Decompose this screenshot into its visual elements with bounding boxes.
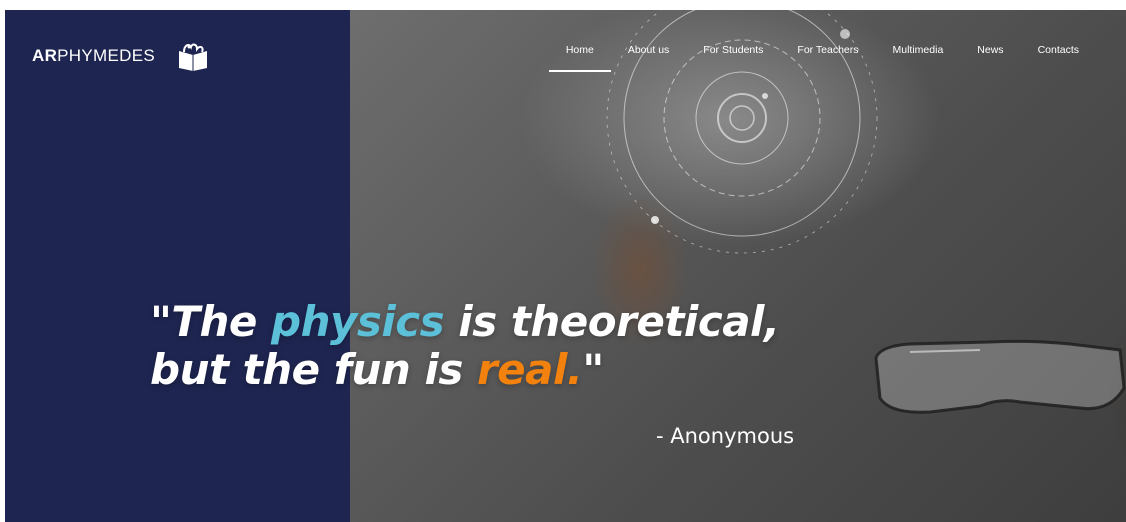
nav-for-teachers[interactable]: For Teachers bbox=[780, 40, 875, 72]
safety-glasses-graphic bbox=[874, 339, 1126, 414]
nav-news[interactable]: News bbox=[960, 40, 1020, 72]
brand-name-rest: PHYMEDES bbox=[57, 46, 155, 65]
nav-multimedia[interactable]: Multimedia bbox=[876, 40, 961, 72]
quote-attribution: - Anonymous bbox=[656, 424, 795, 448]
quote-open: "The bbox=[150, 297, 272, 346]
open-book-icon bbox=[178, 43, 207, 71]
quote-middle: is theoretical, bbox=[444, 297, 780, 346]
quote-highlight-real: real. bbox=[476, 345, 583, 394]
left-color-panel bbox=[5, 10, 350, 522]
main-navigation: Home About us For Students For Teachers … bbox=[548, 40, 1096, 72]
nav-contacts[interactable]: Contacts bbox=[1021, 40, 1096, 72]
brand-logo[interactable]: ARPHYMEDES bbox=[32, 41, 209, 71]
nav-for-students[interactable]: For Students bbox=[686, 40, 780, 72]
nav-home[interactable]: Home bbox=[548, 40, 611, 72]
hero-section: ARPHYMEDES Home About us For Students Fo… bbox=[5, 10, 1126, 522]
hero-quote: "The physics is theoretical, but the fun… bbox=[150, 298, 870, 394]
nav-about-us[interactable]: About us bbox=[611, 40, 686, 72]
quote-highlight-physics: physics bbox=[271, 297, 445, 346]
quote-close: " bbox=[582, 345, 604, 394]
brand-name-strong: AR bbox=[32, 46, 58, 65]
brand-name: ARPHYMEDES bbox=[32, 46, 155, 66]
quote-line2: but the fun is bbox=[150, 345, 477, 394]
